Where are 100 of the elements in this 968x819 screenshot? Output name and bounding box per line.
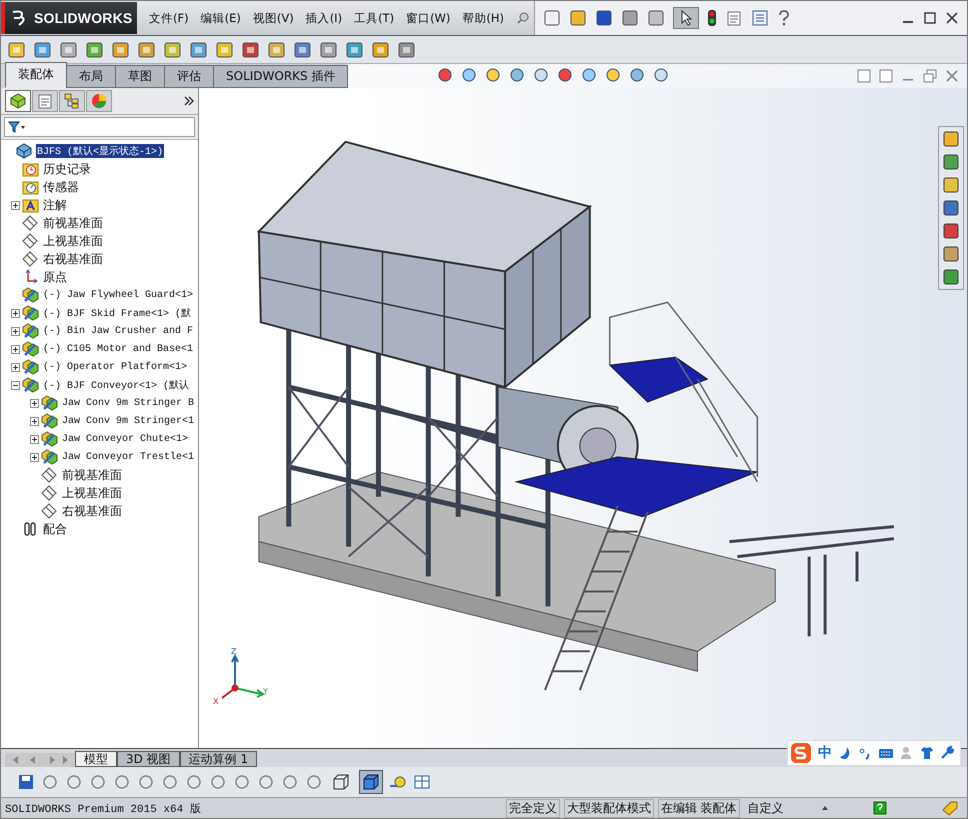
task-pane-icon[interactable] <box>942 245 960 263</box>
tree-item[interactable]: 前视基准面 <box>42 214 104 232</box>
expander-icon[interactable] <box>30 434 39 444</box>
tree-item[interactable]: 原点 <box>42 268 68 286</box>
list-icon[interactable] <box>751 9 769 27</box>
tree-item[interactable]: (-) C105 Motor and Base<1 <box>42 344 194 354</box>
toolbar-icon[interactable] <box>241 40 261 60</box>
expander-icon[interactable] <box>11 344 20 354</box>
tree-item[interactable]: 右视基准面 <box>42 250 104 268</box>
expander-icon[interactable] <box>11 362 20 372</box>
menu-item[interactable]: 帮助(H) <box>462 10 504 26</box>
toolbar-icon[interactable] <box>319 40 339 60</box>
model-tab[interactable]: 3D 视图 <box>117 751 180 767</box>
task-pane-icon[interactable] <box>942 199 960 217</box>
menu-item[interactable]: 插入(I) <box>306 10 342 26</box>
toolbar-icon[interactable] <box>85 40 105 60</box>
toolbar-icon[interactable] <box>371 40 391 60</box>
command-tab[interactable]: 装配体 <box>5 62 67 88</box>
restore-icon[interactable] <box>923 69 937 83</box>
tree-item[interactable]: (-) Operator Platform<1> <box>42 362 188 372</box>
expander-icon[interactable] <box>11 380 20 390</box>
toolbar-icon[interactable] <box>621 9 639 27</box>
model-tab[interactable]: 运动算例 1 <box>180 751 258 767</box>
help-icon[interactable] <box>777 10 791 26</box>
toolbar-icon[interactable] <box>163 40 183 60</box>
tile-right-icon[interactable] <box>879 69 893 83</box>
units-selector[interactable]: 自定义 <box>748 800 818 816</box>
table-icon[interactable] <box>413 773 431 791</box>
command-tab[interactable]: 布局 <box>66 65 116 88</box>
sketch-tool-icon[interactable] <box>113 773 131 791</box>
help-square-icon[interactable] <box>873 801 888 815</box>
expander-icon[interactable] <box>11 200 20 210</box>
tree-item[interactable]: (-) Jaw Flywheel Guard<1> <box>42 290 194 300</box>
tree-item[interactable]: Jaw Conveyor Chute<1> <box>61 434 190 444</box>
toolbar-icon[interactable] <box>345 40 365 60</box>
toolbar-icon[interactable] <box>215 40 235 60</box>
sketch-tool-icon[interactable] <box>161 773 179 791</box>
toolbar-icon[interactable] <box>33 40 53 60</box>
sketch-tool-icon[interactable] <box>281 773 299 791</box>
command-tab[interactable]: 评估 <box>164 65 214 88</box>
tree-item[interactable]: 上视基准面 <box>42 232 104 250</box>
menu-item[interactable]: 窗口(W) <box>406 10 450 26</box>
sketch-tool-icon[interactable] <box>137 773 155 791</box>
wrench-icon[interactable] <box>940 746 954 760</box>
expander-icon[interactable] <box>11 326 20 336</box>
toolbar-icon[interactable] <box>595 9 613 27</box>
panel-tab[interactable] <box>32 90 58 112</box>
menu-item[interactable]: 视图(V) <box>252 10 294 26</box>
task-pane-icon[interactable] <box>942 130 960 148</box>
expander-icon[interactable] <box>11 308 20 318</box>
toolbar-icon[interactable] <box>647 9 665 27</box>
punctuation-icon[interactable] <box>858 746 872 760</box>
display-style-button[interactable] <box>359 770 383 794</box>
task-pane-icon[interactable] <box>942 176 960 194</box>
tree-item[interactable]: 历史记录 <box>42 160 92 178</box>
expander-icon[interactable] <box>30 452 39 462</box>
maximize-icon[interactable] <box>923 11 937 25</box>
tree-item[interactable]: 配合 <box>42 520 68 538</box>
options-icon[interactable] <box>725 9 743 27</box>
save-icon[interactable] <box>17 773 35 791</box>
tree-item[interactable]: (-) BJF Skid Frame<1> (默 <box>42 306 192 320</box>
tree-item[interactable]: Jaw Conveyor Trestle<1 <box>61 452 196 462</box>
tag-icon[interactable] <box>941 800 959 816</box>
sketch-tool-icon[interactable] <box>257 773 275 791</box>
command-tab[interactable]: SOLIDWORKS 插件 <box>213 65 348 88</box>
toolbar-icon[interactable] <box>189 40 209 60</box>
tile-left-icon[interactable] <box>857 69 871 83</box>
traffic-light-icon[interactable] <box>707 9 717 27</box>
ime-logo-icon[interactable] <box>790 742 812 764</box>
task-pane-icon[interactable] <box>942 268 960 286</box>
panel-tab[interactable] <box>86 90 112 112</box>
sketch-tool-icon[interactable] <box>209 773 227 791</box>
toolbar-icon[interactable] <box>543 9 561 27</box>
moon-icon[interactable] <box>838 746 852 760</box>
tree-item[interactable]: (-) BJF Conveyor<1> (默认 <box>42 378 190 392</box>
tree-item[interactable]: 注解 <box>42 196 68 214</box>
sketch-tool-icon[interactable] <box>65 773 83 791</box>
tree-item[interactable]: Jaw Conv 9m Stringer B <box>61 398 196 408</box>
toolbar-icon[interactable] <box>293 40 313 60</box>
toolbar-icon[interactable] <box>397 40 417 60</box>
filter-field[interactable] <box>4 117 195 137</box>
close-icon[interactable] <box>945 11 959 25</box>
model-tab[interactable]: 模型 <box>75 751 117 767</box>
toolbar-icon[interactable] <box>267 40 287 60</box>
sketch-tool-icon[interactable] <box>41 773 59 791</box>
command-tab[interactable]: 草图 <box>115 65 165 88</box>
task-pane-icon[interactable] <box>942 153 960 171</box>
sketch-tool-icon[interactable] <box>233 773 251 791</box>
tree-item[interactable]: (-) Bin Jaw Crusher and F <box>42 326 194 336</box>
caret-up-icon[interactable] <box>821 804 830 812</box>
expander-icon[interactable] <box>30 398 39 408</box>
task-pane-icon[interactable] <box>942 222 960 240</box>
sketch-tool-icon[interactable] <box>185 773 203 791</box>
input-mode-toggle[interactable]: 中 <box>818 744 832 762</box>
toolbar-icon[interactable] <box>7 40 27 60</box>
tree-item[interactable]: 上视基准面 <box>61 484 123 502</box>
more-tabs-icon[interactable] <box>184 96 194 106</box>
keyboard-icon[interactable] <box>878 746 894 760</box>
menu-item[interactable]: 编辑(E) <box>200 10 241 26</box>
shirt-icon[interactable] <box>920 746 934 760</box>
